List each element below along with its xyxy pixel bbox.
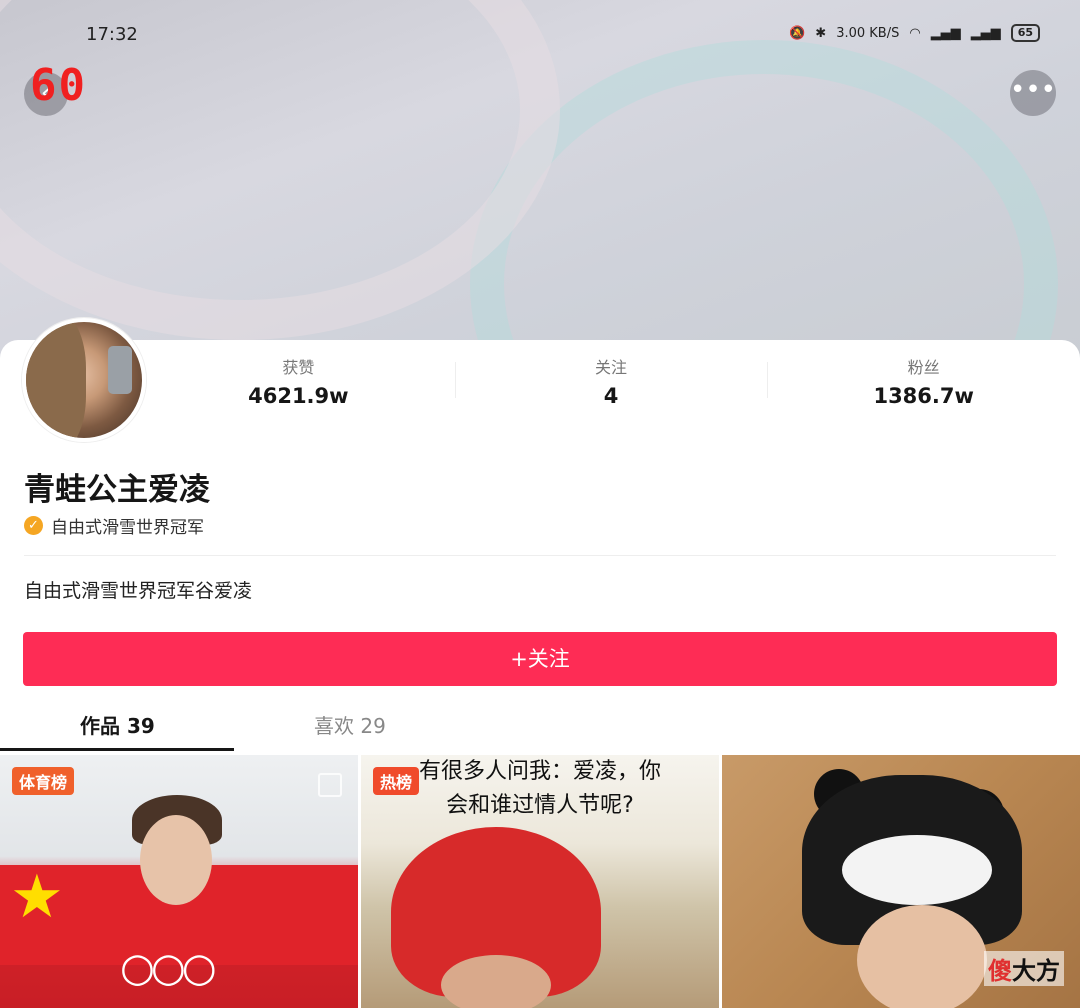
- panda-hat-trim: [842, 835, 992, 905]
- video-thumbnail[interactable]: 有很多人问我：爱凌，你 会和谁过情人节呢? 热榜: [361, 755, 719, 1008]
- video-thumbnail[interactable]: 傻大方: [722, 755, 1080, 1008]
- bluetooth-icon: ✱: [815, 25, 827, 41]
- stat-followers[interactable]: 粉丝 1386.7w: [767, 350, 1080, 410]
- thumbnail-face: [441, 955, 551, 1008]
- tab-likes[interactable]: 喜欢 29: [314, 710, 386, 739]
- mute-icon: 🔕: [789, 25, 806, 41]
- status-bar: 17:32 🔕 ✱ 3.00 KB/S ◠ ▂▄▆ ▂▄▆ 65: [0, 0, 1080, 70]
- more-options-button[interactable]: •••: [1010, 70, 1056, 116]
- verification-text: 自由式滑雪世界冠军: [51, 518, 204, 538]
- more-dots-icon: •••: [1010, 75, 1057, 105]
- stat-value: 4621.9w: [248, 384, 349, 408]
- follow-button[interactable]: +关注: [23, 632, 1057, 686]
- divider: [24, 555, 1056, 556]
- avatar-phone: [108, 346, 132, 394]
- stat-label: 关注: [595, 358, 628, 377]
- stat-value: 1386.7w: [873, 384, 974, 408]
- tab-works[interactable]: 作品 39: [80, 710, 155, 739]
- watermark: 傻大方: [984, 951, 1064, 986]
- status-time: 17:32: [86, 24, 138, 45]
- profile-name: 青蛙公主爱凌: [24, 472, 210, 508]
- stat-value: 4: [603, 384, 619, 408]
- stat-label: 获赞: [282, 358, 315, 377]
- signal-icon: ▂▄▆: [970, 25, 1001, 41]
- signal-icon: ▂▄▆: [930, 25, 961, 41]
- rank-badge: 热榜: [373, 767, 420, 795]
- wifi-icon: ◠: [909, 25, 921, 41]
- avatar[interactable]: [22, 318, 146, 442]
- video-thumbnail[interactable]: ★ ○○○ 体育榜: [0, 755, 358, 1008]
- verified-check-icon: ✓: [24, 516, 43, 535]
- thumbnail-face: [140, 815, 212, 905]
- star-icon: ★: [10, 862, 64, 932]
- gallery-icon: [318, 773, 342, 797]
- content-tabs: 作品 39 喜欢 29: [0, 700, 1080, 752]
- stat-following[interactable]: 关注 4: [454, 350, 768, 410]
- app-logo: 60: [30, 60, 87, 111]
- rank-badge: 体育榜: [12, 767, 75, 795]
- stat-likes[interactable]: 获赞 4621.9w: [142, 350, 455, 410]
- thumbnail-face: [857, 905, 987, 1008]
- stat-label: 粉丝: [907, 358, 940, 377]
- avatar-hair: [26, 322, 86, 438]
- profile-bio: 自由式滑雪世界冠军谷爱凌: [24, 580, 253, 602]
- battery-icon: 65: [1010, 24, 1040, 42]
- video-grid: ★ ○○○ 体育榜 有很多人问我：爱凌，你 会和谁过情人节呢? 热榜 傻大方: [0, 755, 1080, 1008]
- status-icons: 🔕 ✱ 3.00 KB/S ◠ ▂▄▆ ▂▄▆ 65: [789, 24, 1040, 42]
- active-tab-indicator: [0, 748, 234, 751]
- profile-stats: 获赞 4621.9w 关注 4 粉丝 1386.7w: [142, 350, 1080, 410]
- olympic-rings-icon: ○○○: [120, 945, 217, 991]
- verification-badge: ✓ 自由式滑雪世界冠军: [24, 513, 204, 538]
- net-speed: 3.00 KB/S: [836, 25, 900, 41]
